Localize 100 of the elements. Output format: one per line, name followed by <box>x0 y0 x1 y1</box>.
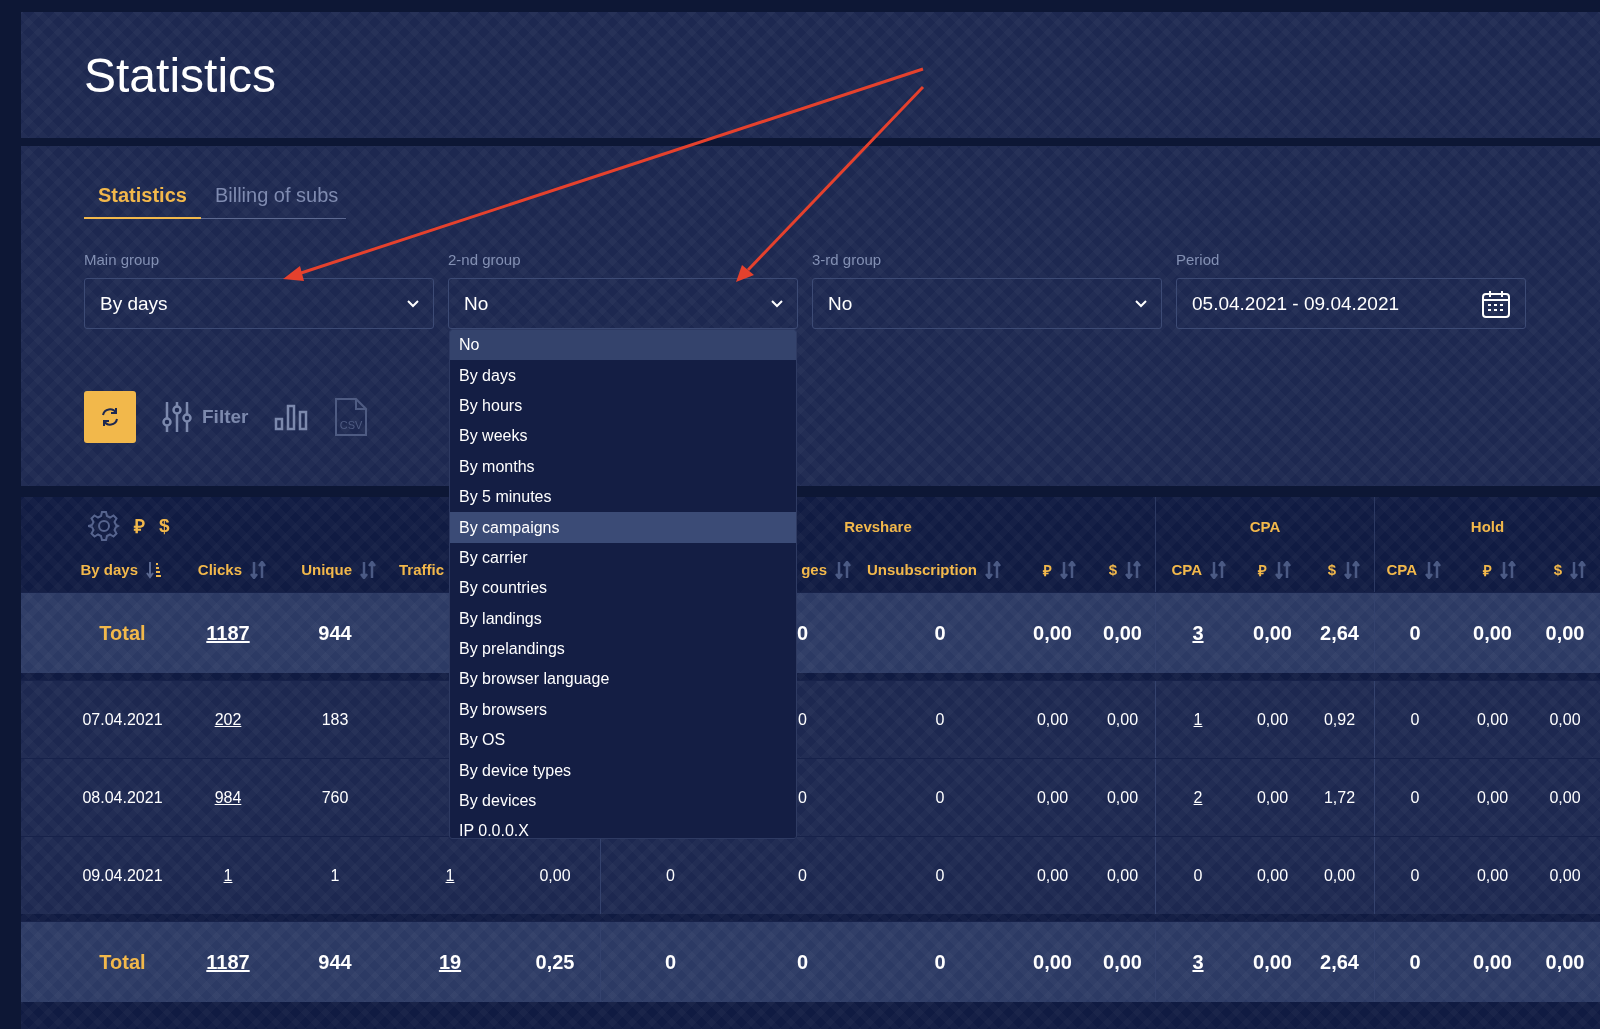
table-cell: 0 <box>934 621 946 645</box>
column-header[interactable]: $ <box>1553 561 1562 578</box>
sort-icon[interactable] <box>985 560 1001 579</box>
sort-icon[interactable] <box>250 560 266 579</box>
table-cell: 0 <box>1410 788 1420 807</box>
table-cell: 0,00 <box>1106 788 1139 807</box>
tab[interactable]: Billing of subs <box>200 184 353 219</box>
page-title: Statistics <box>84 47 277 103</box>
cell-link[interactable]: 19 <box>438 950 462 974</box>
column-header[interactable]: Unique <box>301 561 352 578</box>
refresh-button[interactable] <box>84 391 136 443</box>
cell-link[interactable]: 2 <box>1193 788 1203 807</box>
dropdown-option[interactable]: By carrier <box>450 542 796 574</box>
table-cell: 0,92 <box>1323 710 1356 729</box>
sort-icon[interactable] <box>1210 560 1226 579</box>
select-field[interactable]: No <box>448 278 798 329</box>
table-cell: 0 <box>798 788 807 807</box>
dropdown-option[interactable]: No <box>450 330 796 361</box>
table-cell: 0,00 <box>1036 866 1069 885</box>
select-field[interactable]: No <box>812 278 1162 329</box>
column-header[interactable]: $ <box>1327 561 1336 578</box>
cell-link[interactable]: 984 <box>214 788 242 807</box>
sort-icon[interactable] <box>1060 560 1076 579</box>
sort-icon[interactable] <box>1425 560 1441 579</box>
dropdown-option[interactable]: By device types <box>450 755 796 786</box>
table-cell: 0,00 <box>1106 866 1139 885</box>
column-header[interactable]: By days <box>80 561 138 578</box>
table-cell: 0 <box>935 788 945 807</box>
table-cell: 0,00 <box>1103 621 1142 645</box>
dropdown-option[interactable]: By months <box>450 451 796 482</box>
cell-link[interactable]: 1 <box>223 866 233 885</box>
sort-icon[interactable] <box>1344 560 1360 579</box>
table-cell: 0,00 <box>1545 950 1585 974</box>
dropdown-option[interactable]: By landings <box>450 603 796 634</box>
dropdown-option[interactable]: By days <box>450 360 796 391</box>
column-header[interactable]: ges <box>801 561 827 578</box>
filter-button[interactable]: Filter <box>162 400 249 434</box>
dropdown-option[interactable]: By 5 minutes <box>450 481 796 513</box>
table-cell: 0,00 <box>1253 621 1292 645</box>
sort-icon[interactable] <box>1125 560 1141 579</box>
dropdown-option[interactable]: By countries <box>450 573 796 604</box>
table-cell: 0,00 <box>539 866 571 885</box>
sliders-icon <box>162 400 192 434</box>
cell-link[interactable]: 3 <box>1192 950 1204 974</box>
sort-descending-icon[interactable] <box>146 560 162 579</box>
dropdown-option[interactable]: IP 0.0.0.X <box>450 816 796 838</box>
table-cell: 1 <box>330 866 340 885</box>
cell-link[interactable]: 1187 <box>206 950 250 974</box>
sort-icon[interactable] <box>1570 560 1586 579</box>
column-header[interactable]: $ <box>1108 561 1117 578</box>
table-cell: 09.04.2021 <box>82 866 163 885</box>
table-cell: 0 <box>935 710 945 729</box>
table-cell: 0,00 <box>1476 788 1509 807</box>
currency-toggle[interactable]: ₽ <box>134 513 145 539</box>
dropdown-option[interactable]: By browsers <box>450 694 796 726</box>
currency-toggle[interactable]: $ <box>159 515 170 537</box>
table-cell: 0 <box>1409 621 1421 645</box>
sort-icon[interactable] <box>1500 560 1516 579</box>
column-header[interactable]: ₽ <box>1258 559 1267 580</box>
dropdown-option[interactable]: By prelandings <box>450 633 796 665</box>
table-cell: 0,00 <box>1103 950 1142 974</box>
table-cell: 0,00 <box>1033 621 1072 645</box>
dropdown-option[interactable]: By devices <box>450 785 796 817</box>
column-header[interactable]: ₽ <box>1483 559 1492 580</box>
table-cell: 0,25 <box>535 950 575 974</box>
sort-icon[interactable] <box>1275 560 1291 579</box>
cell-link[interactable]: 202 <box>214 710 242 729</box>
column-header[interactable]: CPA <box>1386 561 1417 578</box>
table-cell: 0,00 <box>1036 788 1069 807</box>
chart-button[interactable] <box>274 403 309 431</box>
cell-link[interactable]: 1 <box>445 866 455 885</box>
dropdown-option[interactable]: By campaigns <box>450 512 796 543</box>
column-header[interactable]: Unsubscription <box>867 561 977 578</box>
dropdown-option[interactable]: By weeks <box>450 421 796 452</box>
settings-icon[interactable] <box>88 510 120 542</box>
dropdown-option[interactable]: By OS <box>450 725 796 756</box>
cell-link[interactable]: 1 <box>1193 710 1203 729</box>
dropdown-option[interactable]: By hours <box>450 390 796 422</box>
chevron-down-icon <box>771 299 783 308</box>
cell-link[interactable]: 1187 <box>206 621 250 645</box>
date-range-field[interactable]: 05.04.2021 - 09.04.2021 <box>1176 278 1526 329</box>
select-field[interactable]: By days <box>84 278 434 329</box>
cell-link[interactable]: 3 <box>1192 621 1204 645</box>
chevron-down-icon <box>1135 299 1147 308</box>
table-cell: 0 <box>935 866 945 885</box>
column-header[interactable]: Traffic <box>399 561 444 578</box>
sort-icon[interactable] <box>360 560 376 579</box>
dropdown-option[interactable]: By browser language <box>450 664 796 695</box>
tab[interactable]: Statistics <box>84 184 201 219</box>
field-label: 2-nd group <box>448 251 522 268</box>
column-header[interactable]: CPA <box>1171 561 1202 578</box>
column-header[interactable]: Clicks <box>197 561 242 578</box>
table-cell: 0 <box>664 950 677 974</box>
sort-icon[interactable] <box>835 560 851 579</box>
table-cell: 0,00 <box>1256 710 1289 729</box>
table-cell: 07.04.2021 <box>82 710 163 729</box>
table-cell: 0,00 <box>1256 788 1289 807</box>
column-header[interactable]: ₽ <box>1043 559 1052 580</box>
table-cell: 183 <box>321 710 349 729</box>
table-cell: 0 <box>1409 950 1421 974</box>
